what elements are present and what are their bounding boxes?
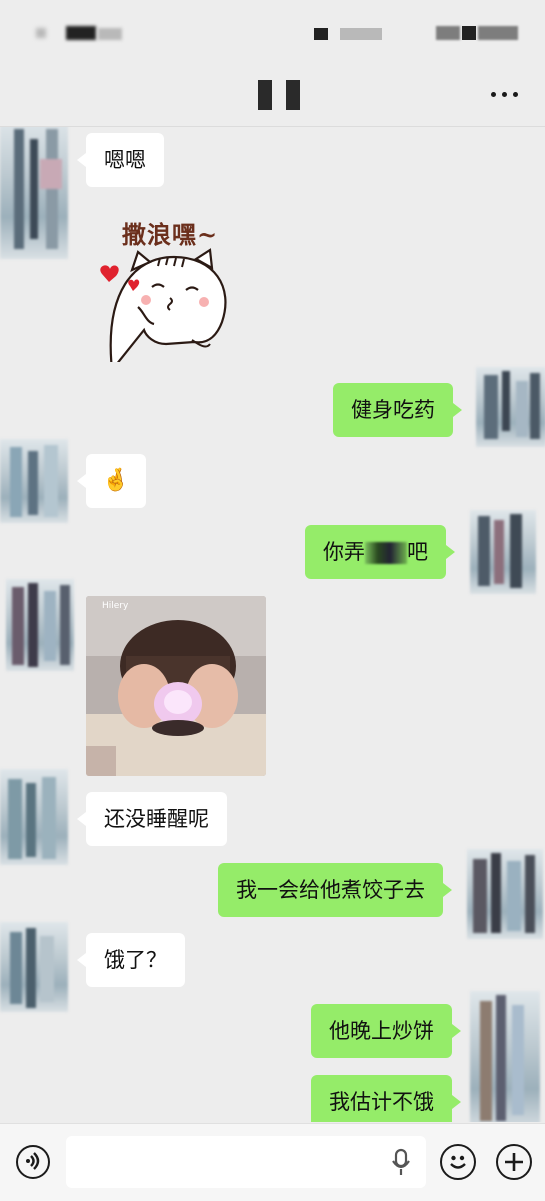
image-message[interactable]: Hilery	[86, 596, 266, 776]
sticker-message[interactable]: 撒浪嘿~	[94, 212, 244, 373]
message-input[interactable]	[66, 1136, 426, 1188]
chat-title-redacted	[258, 80, 302, 110]
message-bubble-left[interactable]: 还没睡醒呢	[77, 792, 227, 846]
more-horizontal-icon[interactable]	[491, 92, 519, 100]
status-time-blur	[36, 28, 46, 38]
redacted-text	[365, 542, 407, 564]
status-battery-blur	[478, 26, 518, 40]
sticker-caption: 撒浪嘿~	[122, 220, 219, 249]
plus-icon[interactable]	[496, 1144, 532, 1180]
avatar-contact[interactable]	[0, 922, 68, 1012]
avatar-contact[interactable]	[6, 579, 74, 671]
status-bar	[0, 0, 545, 66]
microphone-icon[interactable]	[391, 1148, 411, 1178]
status-time-blur	[66, 26, 96, 40]
avatar-self[interactable]	[476, 367, 545, 447]
status-battery-blur	[436, 26, 460, 40]
avatar-self[interactable]	[467, 849, 543, 939]
message-bubble-left[interactable]: 饿了？	[77, 933, 185, 987]
status-time-blur	[98, 28, 122, 40]
emoji-icon[interactable]	[440, 1144, 476, 1180]
input-bar	[0, 1123, 545, 1201]
message-bubble-right[interactable]: 他晚上炒饼	[311, 1004, 461, 1058]
message-list[interactable]: 嗯嗯 撒浪嘿~ 健身吃药 🤞 你弄 吧 Hilery 还没睡醒呢 我一会给他煮饺…	[0, 127, 545, 1122]
status-battery-blur	[462, 26, 476, 40]
message-bubble-right[interactable]: 我估计不饿	[311, 1075, 461, 1122]
status-icon-blur	[340, 28, 382, 40]
avatar-contact[interactable]	[0, 439, 68, 523]
photo-heart-hands-icon	[86, 596, 266, 776]
message-bubble-left[interactable]: 🤞	[77, 454, 146, 508]
chat-header	[0, 66, 545, 127]
message-bubble-right[interactable]: 我一会给他煮饺子去	[218, 863, 452, 917]
message-text: 你弄	[323, 540, 365, 564]
message-bubble-right[interactable]: 健身吃药	[333, 383, 462, 437]
message-bubble-right[interactable]: 你弄 吧	[305, 525, 455, 579]
voice-icon[interactable]	[16, 1145, 50, 1179]
status-icon-blur	[314, 28, 328, 40]
message-text: 吧	[407, 540, 428, 564]
image-watermark: Hilery	[102, 601, 129, 611]
message-bubble-left[interactable]: 嗯嗯	[77, 133, 164, 187]
avatar-self[interactable]	[470, 510, 536, 594]
avatar-self[interactable]	[470, 991, 540, 1122]
avatar-contact[interactable]	[0, 769, 68, 865]
avatar-contact[interactable]	[0, 127, 68, 259]
